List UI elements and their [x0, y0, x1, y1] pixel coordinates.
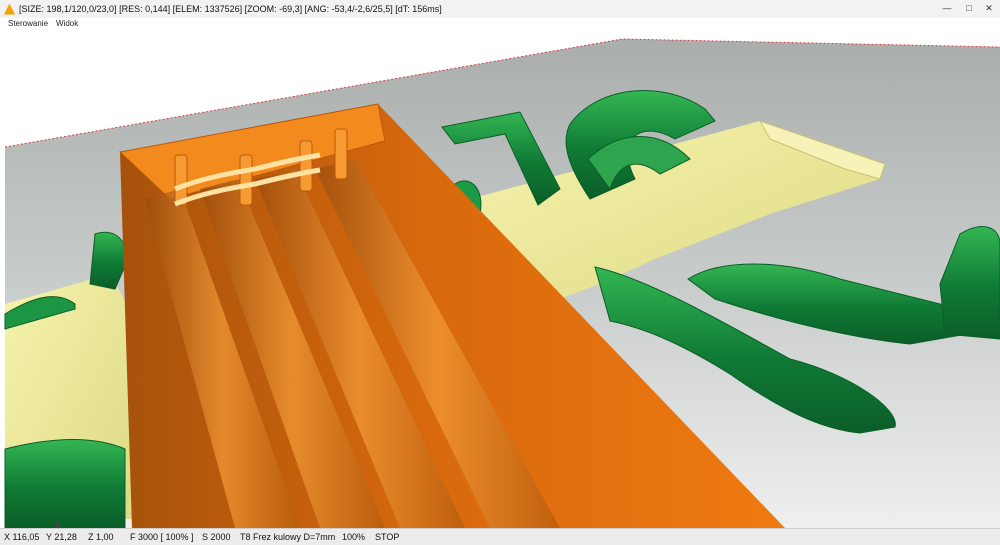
minimize-icon[interactable]: —	[940, 2, 954, 14]
status-bar: X 116,05 Y 21,28 Z 1,00 F 3000 [ 100% ] …	[0, 528, 1000, 545]
app-window: [SIZE: 198,1/120,0/23,0] [RES: 0,144] [E…	[0, 0, 1000, 545]
menu-widok[interactable]: Widok	[56, 19, 78, 28]
status-z: Z 1,00	[88, 532, 114, 542]
warning-triangle-icon	[4, 3, 15, 15]
menu-bar: Sterowanie Widok	[0, 18, 1000, 29]
menu-sterowanie[interactable]: Sterowanie	[8, 19, 48, 28]
status-percent: 100%	[342, 532, 366, 542]
status-state: STOP	[375, 532, 400, 542]
status-tool: T8 Frez kulowy D=7mm	[240, 532, 336, 542]
status-spindle: S 2000	[202, 532, 231, 542]
maximize-icon[interactable]: □	[962, 2, 976, 14]
close-icon[interactable]: ✕	[982, 2, 996, 14]
machining-scene	[4, 38, 1000, 528]
status-y: Y 21,28	[46, 532, 77, 542]
3d-viewport[interactable]	[0, 29, 1000, 528]
window-title: [SIZE: 198,1/120,0/23,0] [RES: 0,144] [E…	[19, 4, 442, 14]
status-x: X 116,05	[4, 532, 40, 542]
title-bar[interactable]: [SIZE: 198,1/120,0/23,0] [RES: 0,144] [E…	[0, 0, 1000, 19]
status-feed: F 3000 [ 100% ]	[130, 532, 194, 542]
